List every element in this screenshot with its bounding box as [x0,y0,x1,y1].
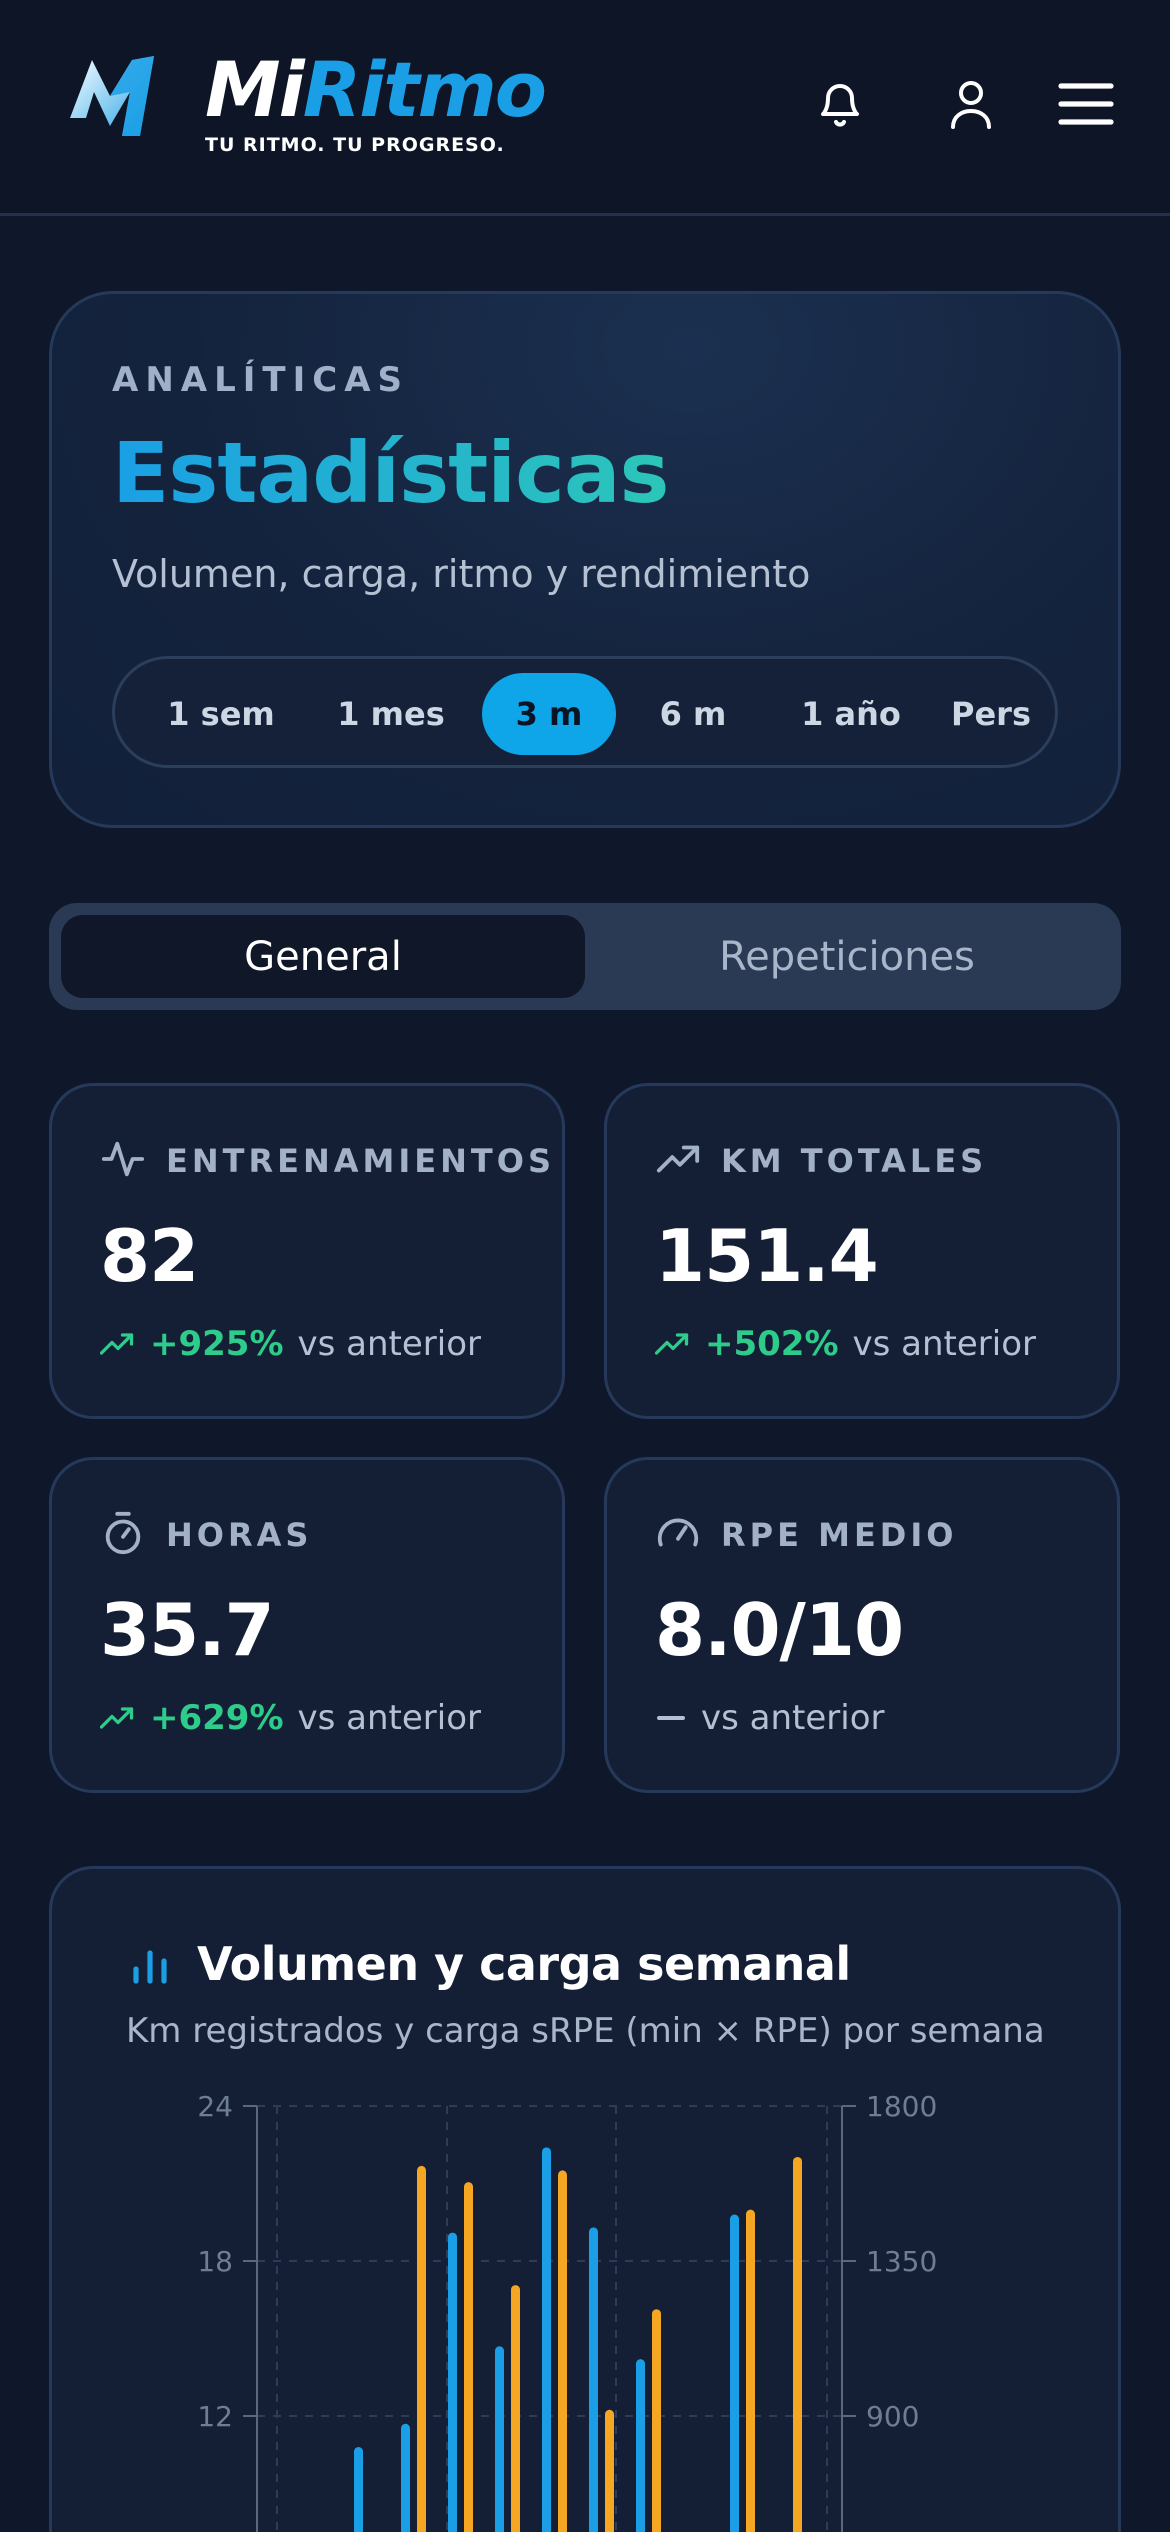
time-range-selector: 1 sem 1 mes 3 m 6 m 1 año Pers [112,656,1058,768]
timer-icon [105,1511,141,1555]
stat-value: 35.7 [100,1588,275,1672]
range-option-1-month[interactable]: 1 mes [311,673,471,755]
trend-up-icon [100,1333,134,1355]
stat-label: HORAS [166,1516,313,1554]
stat-change: +925% [150,1324,284,1364]
range-option-custom[interactable]: Pers [951,673,1055,755]
stat-card-entrenamientos[interactable]: ENTRENAMIENTOS 82 +925% vs anterior [49,1083,565,1419]
km-bar [542,2147,551,2532]
stat-value: 8.0/10 [655,1588,904,1672]
view-tabs: General Repeticiones [49,903,1121,1010]
stat-trend: +925% vs anterior [100,1324,481,1364]
page-subtitle: Volumen, carga, ritmo y rendimiento [112,552,811,596]
km-bar [636,2359,645,2532]
stat-change: +629% [150,1698,284,1738]
user-icon [951,81,991,129]
tab-repeticiones[interactable]: Repeticiones [585,915,1109,998]
bell-icon [821,84,859,127]
km-bar [495,2346,504,2532]
load-bar [511,2285,520,2532]
range-option-3-months[interactable]: 3 m [482,673,616,755]
km-bar [354,2447,363,2532]
km-bar [401,2423,410,2532]
left-axis-tick-label: 18 [197,2245,233,2278]
load-bar [464,2182,473,2532]
stat-trend: vs anterior [655,1698,884,1738]
stat-suffix: vs anterior [297,1698,482,1738]
stat-label: RPE MEDIO [721,1516,958,1554]
stat-card-rpe-medio[interactable]: RPE MEDIO 8.0/10 vs anterior [604,1457,1120,1793]
weekly-volume-plot: 12 18 24 900 1350 1800 [197,2090,937,2532]
activity-icon [101,1141,145,1177]
stat-card-km-totales[interactable]: KM TOTALES 151.4 +502% vs anterior [604,1083,1120,1419]
stat-label: ENTRENAMIENTOS [166,1142,555,1180]
stat-trend: +502% vs anterior [655,1324,1036,1364]
range-option-1-week[interactable]: 1 sem [151,673,291,755]
load-bar [605,2409,614,2532]
notifications-button[interactable] [808,72,872,136]
stat-trend: +629% vs anterior [100,1698,481,1738]
km-bar [730,2214,739,2532]
trend-up-icon [100,1707,134,1729]
section-eyebrow: ANALÍTICAS [112,360,409,400]
app-header: MiRitmo TU RITMO. TU PROGRESO. [0,0,1170,216]
range-option-6-months[interactable]: 6 m [635,673,751,755]
right-axis-tick-label: 1800 [866,2090,937,2123]
load-bar [793,2156,802,2532]
stat-suffix: vs anterior [297,1324,482,1364]
km-bar [589,2227,598,2532]
km-bar [448,2232,457,2532]
stat-label: KM TOTALES [721,1142,988,1180]
range-option-1-year[interactable]: 1 año [771,673,931,755]
brand-logo-icon [70,56,154,136]
weekly-volume-chart-card: Volumen y carga semanal Km registrados y… [49,1866,1121,2532]
menu-icon [1058,83,1114,125]
analytics-hero: ANALÍTICAS Estadísticas Volumen, carga, … [49,291,1121,828]
load-bar [652,2309,661,2532]
trending-up-icon [656,1145,700,1173]
brand-tagline: TU RITMO. TU PROGRESO. [205,134,505,156]
left-axis-tick-label: 12 [197,2400,233,2433]
stat-value: 82 [100,1214,199,1298]
right-axis-tick-label: 1350 [866,2245,937,2278]
stat-change: +502% [705,1324,839,1364]
load-bar [417,2165,426,2532]
left-axis-tick-label: 24 [197,2090,233,2123]
tab-general[interactable]: General [61,915,585,998]
trend-up-icon [655,1333,689,1355]
stat-value: 151.4 [655,1214,879,1298]
load-bar [558,2170,567,2532]
right-axis-tick-label: 900 [866,2400,919,2433]
gauge-icon [657,1518,699,1547]
menu-button[interactable] [1052,72,1120,136]
trend-flat-icon [657,1716,685,1720]
stat-suffix: vs anterior [852,1324,1037,1364]
stat-card-horas[interactable]: HORAS 35.7 +629% vs anterior [49,1457,565,1793]
brand-name: MiRitmo [205,45,547,134]
stat-suffix: vs anterior [701,1698,885,1738]
profile-button[interactable] [939,72,1003,136]
page-title: Estadísticas [112,424,670,522]
load-bar [746,2209,755,2532]
